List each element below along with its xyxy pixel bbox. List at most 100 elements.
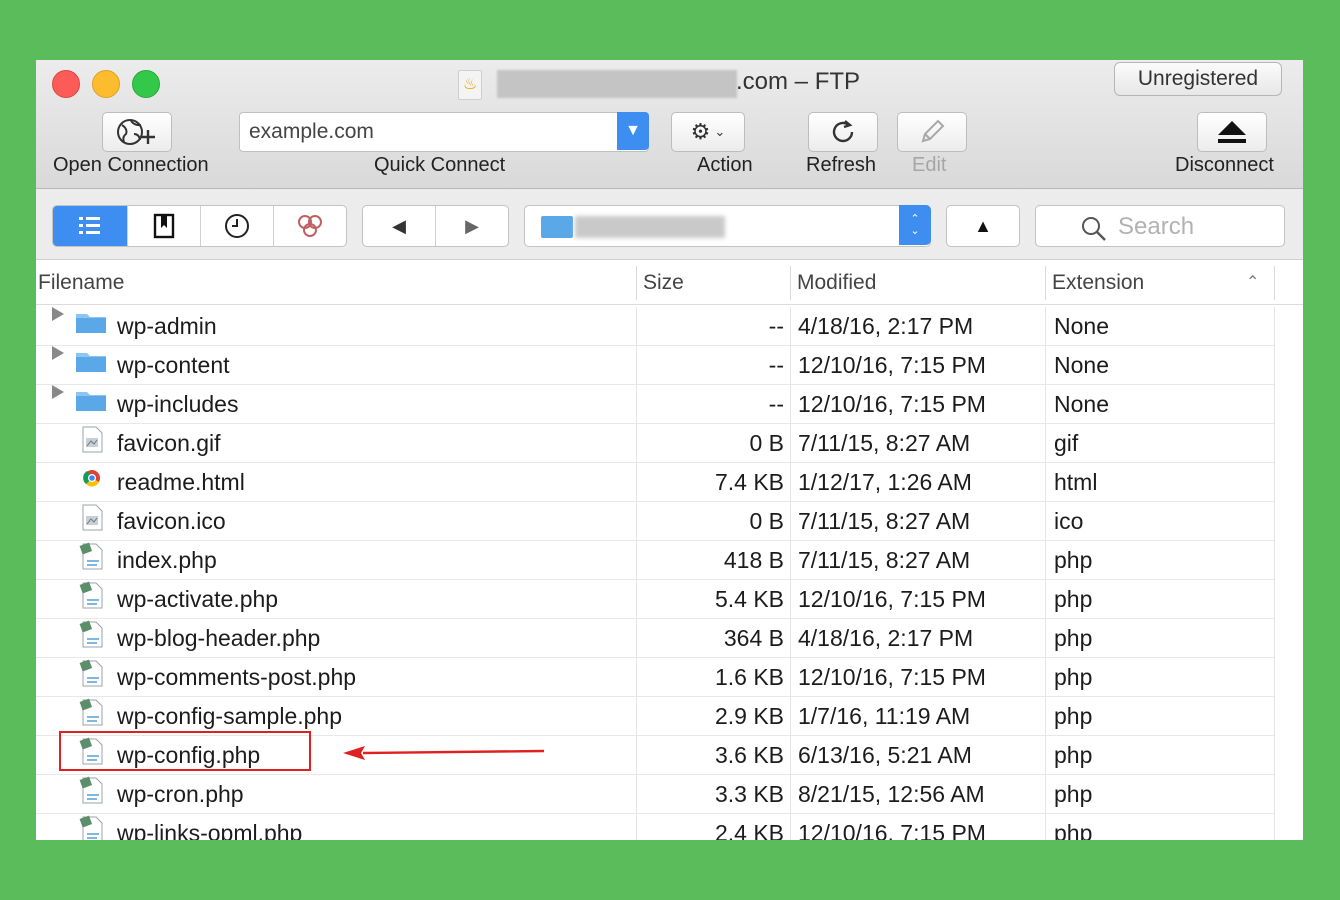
eject-icon [1218,121,1246,143]
file-modified: 4/18/16, 2:17 PM [798,313,974,339]
file-name: wp-config-sample.php [117,703,343,729]
file-extension: php [1054,781,1093,807]
file-size: -- [768,391,784,417]
file-name: wp-links-opml.php [117,820,303,840]
quick-connect-combo[interactable]: example.com ▼ [239,112,649,152]
image-file-icon [78,424,106,454]
file-row[interactable]: wp-includes -- 12/10/16, 7:15 PM None [36,385,1274,424]
file-modified: 12/10/16, 7:15 PM [798,820,986,840]
file-modified: 12/10/16, 7:15 PM [798,352,986,378]
file-list-header: Filename Size Modified Extension ⌃ [36,262,1303,305]
file-extension: ico [1054,508,1084,534]
disclosure-triangle-icon[interactable] [52,307,64,321]
minimize-window-button[interactable] [92,70,120,98]
open-connection-label: Open Connection [53,154,209,176]
file-row[interactable]: wp-links-opml.php 2.4 KB 12/10/16, 7:15 PM… [36,814,1274,840]
php-file-icon [78,658,106,688]
chevron-down-icon[interactable]: ▼ [617,112,649,150]
quick-connect-input[interactable]: example.com [249,120,374,144]
php-file-icon [78,580,106,610]
column-modified[interactable]: Modified [797,262,876,304]
php-file-icon [78,541,106,571]
pencil-icon [921,119,945,143]
file-modified: 12/10/16, 7:15 PM [798,664,986,690]
file-row[interactable]: wp-admin -- 4/18/16, 2:17 PM None [36,307,1274,346]
chrome-html-file-icon [78,463,106,493]
sort-ascending-icon[interactable]: ⌃ [1246,262,1259,304]
search-input[interactable]: Search [1118,213,1194,241]
file-extension: php [1054,625,1093,651]
redacted-path [575,216,725,238]
file-size: 0 B [749,508,784,534]
file-row[interactable]: wp-blog-header.php 364 B 4/18/16, 2:17 PM p… [36,619,1274,658]
disclosure-triangle-icon[interactable] [52,385,64,399]
open-connection-button[interactable] [102,112,172,152]
parent-directory-button[interactable]: ▲ [946,205,1020,247]
file-modified: 12/10/16, 7:15 PM [798,586,986,612]
column-divider[interactable] [636,266,637,300]
php-file-icon [78,775,106,805]
file-name: wp-includes [117,391,239,417]
file-extension: php [1054,820,1093,840]
folder-icon [75,385,107,411]
file-row[interactable]: favicon.ico 0 B 7/11/15, 8:27 AM ico [36,502,1274,541]
disclosure-triangle-icon[interactable] [52,346,64,360]
file-row[interactable]: readme.html 7.4 KB 1/12/17, 1:26 AM html [36,463,1274,502]
column-divider[interactable] [1045,266,1046,300]
back-button[interactable]: ◀ [363,206,436,246]
bonjour-button[interactable] [274,206,346,246]
folder-icon [75,346,107,372]
path-stepper[interactable]: ⌃ ⌄ [899,205,931,245]
image-file-icon [78,502,106,532]
chevron-down-icon: ⌄ [910,225,920,237]
column-extension[interactable]: Extension [1052,262,1144,304]
file-row[interactable]: wp-activate.php 5.4 KB 12/10/16, 7:15 PM ph… [36,580,1274,619]
back-arrow-icon: ◀ [392,215,406,236]
file-name: favicon.ico [117,508,226,534]
edit-button[interactable] [897,112,967,152]
window-title: .com – FTP [736,68,861,95]
browser-view-button[interactable] [53,206,128,246]
gear-icon: ⚙ [690,119,711,144]
file-modified: 7/11/15, 8:27 AM [798,430,971,456]
history-button[interactable] [201,206,274,246]
file-size: 7.4 KB [714,469,784,495]
file-extension: None [1054,352,1109,378]
file-name: readme.html [117,469,245,495]
column-divider[interactable] [790,266,791,300]
file-extension: html [1054,469,1098,495]
redacted-hostname [497,70,737,98]
globe-plus-icon [117,119,155,145]
column-line [1274,307,1275,840]
file-modified: 1/7/16, 11:19 AM [798,703,971,729]
column-divider [1274,266,1275,300]
file-size: 364 B [723,625,784,651]
zoom-window-button[interactable] [132,70,160,98]
path-selector[interactable]: ⌃ ⌄ [524,205,931,247]
column-size[interactable]: Size [643,262,684,304]
file-size: 5.4 KB [714,586,784,612]
file-extension: None [1054,313,1109,339]
file-row[interactable]: favicon.gif 0 B 7/11/15, 8:27 AM gif [36,424,1274,463]
action-label: Action [697,154,753,176]
up-arrow-icon: ▲ [974,215,992,236]
search-field[interactable]: Search [1035,205,1285,247]
action-button[interactable]: ⚙ ⌄ [671,112,745,152]
column-filename[interactable]: Filename [38,262,124,304]
disconnect-button[interactable] [1197,112,1267,152]
file-row[interactable]: wp-content -- 12/10/16, 7:15 PM None [36,346,1274,385]
file-row[interactable]: index.php 418 B 7/11/15, 8:27 AM php [36,541,1274,580]
disconnect-label: Disconnect [1175,154,1274,176]
file-modified: 8/21/15, 12:56 AM [798,781,985,807]
file-name: wp-blog-header.php [117,625,321,651]
file-row[interactable]: wp-cron.php 3.3 KB 8/21/15, 12:56 AM php [36,775,1274,814]
php-file-icon [78,619,106,649]
unregistered-button[interactable]: Unregistered [1114,62,1282,96]
bookmarks-button[interactable] [128,206,201,246]
forward-button[interactable]: ▶ [436,206,508,246]
list-icon [79,217,100,234]
file-row[interactable]: wp-comments-post.php 1.6 KB 12/10/16, 7:15… [36,658,1274,697]
view-switcher [52,205,347,247]
close-window-button[interactable] [52,70,80,98]
refresh-button[interactable] [808,112,878,152]
